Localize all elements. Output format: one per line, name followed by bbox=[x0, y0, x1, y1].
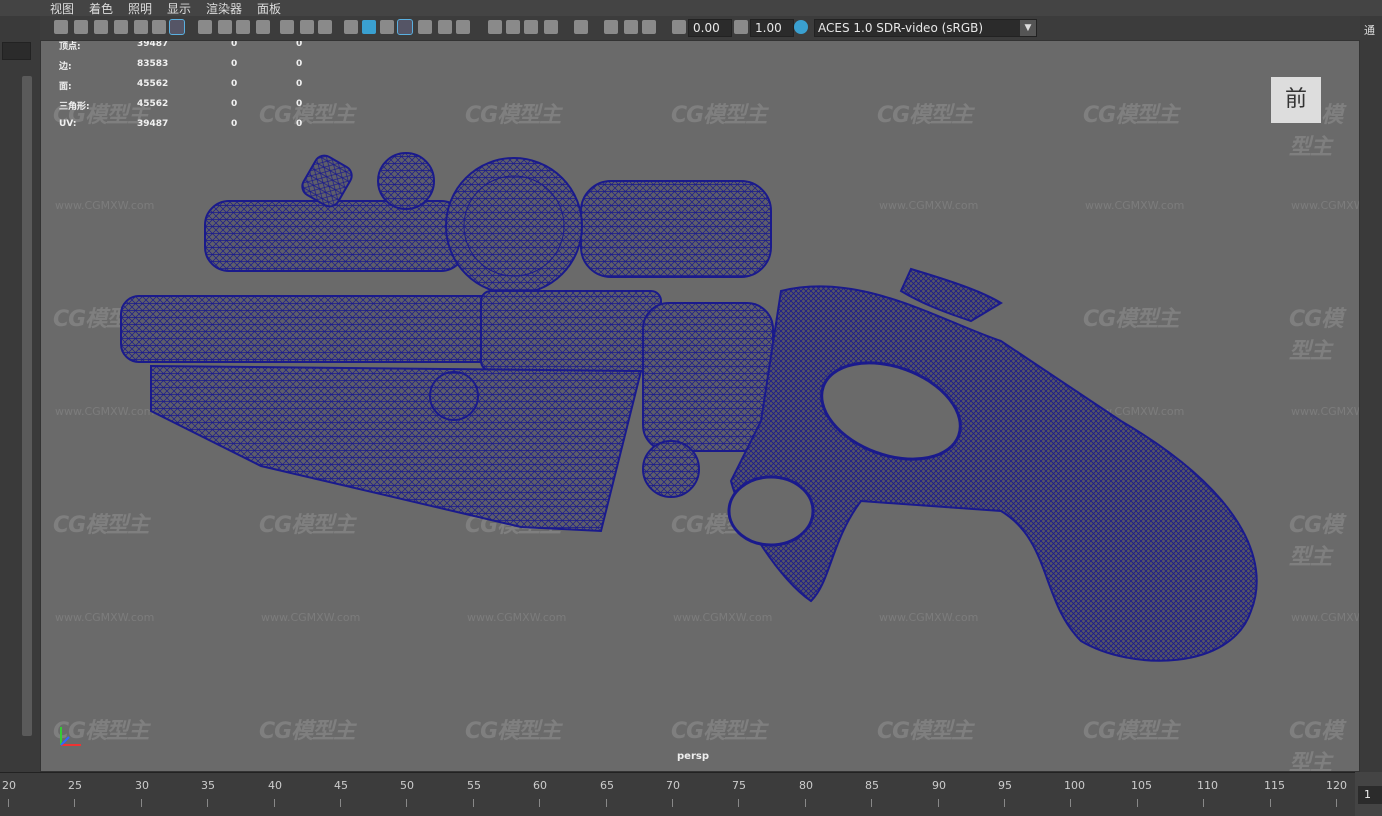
timeline-tick bbox=[1203, 799, 1204, 807]
film-gate-icon[interactable] bbox=[218, 20, 232, 34]
exposure-field[interactable]: 0.00 bbox=[688, 19, 732, 37]
timeline-tick-label: 75 bbox=[732, 779, 746, 792]
menu-lighting[interactable]: 照明 bbox=[128, 0, 152, 17]
gamma-icon[interactable] bbox=[734, 20, 748, 34]
wireframe-icon[interactable] bbox=[344, 20, 358, 34]
safe-action-icon[interactable] bbox=[300, 20, 314, 34]
timeline-tick bbox=[1137, 799, 1138, 807]
timeline-tick bbox=[1336, 799, 1337, 807]
timeline-tick bbox=[805, 799, 806, 807]
timeline-tick-label: 25 bbox=[68, 779, 82, 792]
timeline-tick bbox=[672, 799, 673, 807]
2d-pan-icon[interactable] bbox=[152, 20, 166, 34]
view-cube[interactable]: 前 bbox=[1271, 77, 1321, 123]
shadows-icon[interactable] bbox=[456, 20, 470, 34]
timeline-tick-label: 60 bbox=[533, 779, 547, 792]
wireframe-on-shaded-icon[interactable] bbox=[380, 20, 394, 34]
xray-joints-icon[interactable] bbox=[604, 20, 618, 34]
axis-gizmo-icon bbox=[60, 727, 81, 746]
timeline-tick bbox=[738, 799, 739, 807]
hud-icon[interactable] bbox=[642, 20, 656, 34]
gamma-field[interactable]: 1.00 bbox=[750, 19, 794, 37]
timeline-tick-label: 80 bbox=[799, 779, 813, 792]
timeline-tick-label: 85 bbox=[865, 779, 879, 792]
right-panel-label[interactable]: 通 bbox=[1364, 22, 1375, 38]
lights-icon[interactable] bbox=[438, 20, 452, 34]
timeline-tick bbox=[141, 799, 142, 807]
field-chart-icon[interactable] bbox=[280, 20, 294, 34]
timeline-tick bbox=[1270, 799, 1271, 807]
timeline-tick-label: 45 bbox=[334, 779, 348, 792]
3d-viewport[interactable]: CG模型主 CG模型主 CG模型主 CG模型主 CG模型主 CG模型主 CG模型… bbox=[40, 40, 1360, 772]
resolution-gate-icon[interactable] bbox=[236, 20, 250, 34]
left-side-panel bbox=[0, 16, 40, 772]
depth-of-field-icon[interactable] bbox=[544, 20, 558, 34]
camera-attributes-icon[interactable] bbox=[94, 20, 108, 34]
left-scrollbar[interactable] bbox=[22, 76, 32, 736]
bookmark-icon[interactable] bbox=[114, 20, 128, 34]
isolate-select-icon[interactable] bbox=[574, 20, 588, 34]
timeline-tick bbox=[473, 799, 474, 807]
timeline-tick bbox=[8, 799, 9, 807]
camera-name-label: persp bbox=[677, 751, 709, 762]
menu-shading[interactable]: 着色 bbox=[89, 0, 113, 17]
grease-pencil-icon[interactable] bbox=[169, 19, 185, 35]
chevron-down-icon: ▼ bbox=[1020, 20, 1036, 36]
timeline-tick bbox=[606, 799, 607, 807]
safe-title-icon[interactable] bbox=[318, 20, 332, 34]
menu-show[interactable]: 显示 bbox=[167, 0, 191, 17]
timeline-tick-label: 35 bbox=[201, 779, 215, 792]
timeline-tick-label: 110 bbox=[1197, 779, 1218, 792]
timeline-tick-label: 50 bbox=[400, 779, 414, 792]
timeline-tick-label: 20 bbox=[2, 779, 16, 792]
ambient-occlusion-icon[interactable] bbox=[488, 20, 502, 34]
anti-aliasing-icon[interactable] bbox=[524, 20, 538, 34]
right-side-panel: 通 bbox=[1360, 16, 1382, 772]
current-frame-field[interactable]: 1 bbox=[1358, 786, 1382, 804]
camera-icon[interactable] bbox=[54, 20, 68, 34]
timeline-tick-label: 90 bbox=[932, 779, 946, 792]
menu-bar: 视图 着色 照明 显示 渲染器 面板 bbox=[0, 0, 1382, 16]
timeline-tick bbox=[938, 799, 939, 807]
timeline-tick-label: 120 bbox=[1326, 779, 1347, 792]
left-dropdown[interactable] bbox=[2, 42, 31, 60]
menu-view[interactable]: 视图 bbox=[50, 0, 74, 17]
motion-blur-icon[interactable] bbox=[506, 20, 520, 34]
timeline-tick bbox=[274, 799, 275, 807]
timeline-tick-label: 105 bbox=[1131, 779, 1152, 792]
timeline-tick-label: 100 bbox=[1064, 779, 1085, 792]
gate-mask-icon[interactable] bbox=[256, 20, 270, 34]
timeline-tick-label: 70 bbox=[666, 779, 680, 792]
timeline-tick-label: 115 bbox=[1264, 779, 1285, 792]
timeline-tick bbox=[1070, 799, 1071, 807]
timeline-tick-label: 30 bbox=[135, 779, 149, 792]
menu-renderer[interactable]: 渲染器 bbox=[206, 0, 242, 17]
grid-icon[interactable] bbox=[198, 20, 212, 34]
smooth-shade-icon[interactable] bbox=[362, 20, 376, 34]
timeline-tick bbox=[1004, 799, 1005, 807]
color-space-label: ACES 1.0 SDR-video (sRGB) bbox=[818, 21, 984, 35]
timeline-tick bbox=[340, 799, 341, 807]
timeline-tick-label: 65 bbox=[600, 779, 614, 792]
color-management-icon[interactable] bbox=[794, 20, 808, 34]
xray-icon[interactable] bbox=[397, 19, 413, 35]
exposure-icon[interactable] bbox=[672, 20, 686, 34]
color-space-dropdown[interactable]: ACES 1.0 SDR-video (sRGB) ▼ bbox=[814, 19, 1037, 37]
timeline-tick-label: 55 bbox=[467, 779, 481, 792]
timeline-tick-label: 95 bbox=[998, 779, 1012, 792]
timeline-tick bbox=[207, 799, 208, 807]
time-slider[interactable]: 20 25 30 35 40 45 50 55 60 65 70 75 80 8… bbox=[0, 772, 1355, 816]
gun-wireframe-model[interactable] bbox=[41, 41, 1359, 771]
image-plane-icon[interactable] bbox=[134, 20, 148, 34]
timeline-tick-label: 40 bbox=[268, 779, 282, 792]
panel-toolbar: 0.00 1.00 ACES 1.0 SDR-video (sRGB) ▼ bbox=[40, 16, 1360, 41]
timeline-tick bbox=[539, 799, 540, 807]
menu-panels[interactable]: 面板 bbox=[257, 0, 281, 17]
timeline-tick bbox=[74, 799, 75, 807]
timeline-tick bbox=[871, 799, 872, 807]
textured-icon[interactable] bbox=[418, 20, 432, 34]
xray-active-icon[interactable] bbox=[624, 20, 638, 34]
camera-lock-icon[interactable] bbox=[74, 20, 88, 34]
timeline-tick bbox=[406, 799, 407, 807]
